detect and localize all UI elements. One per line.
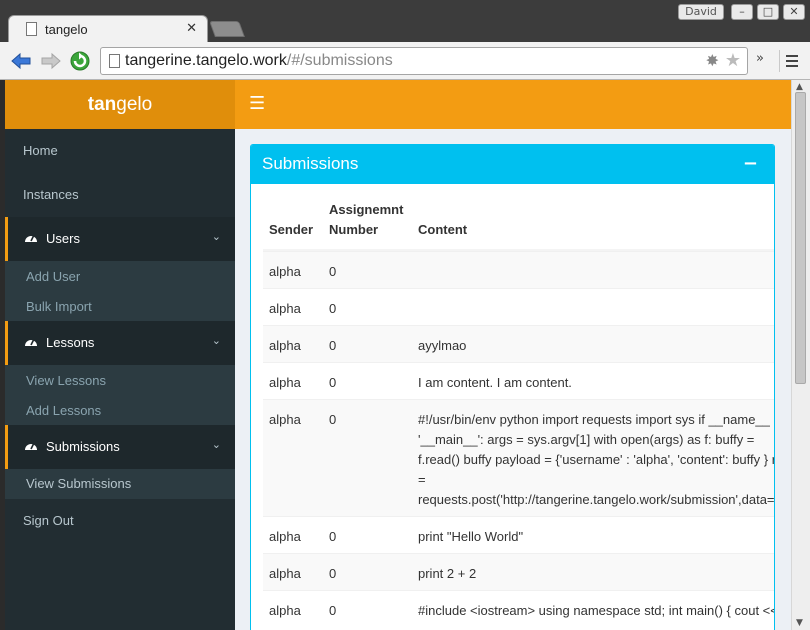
- cell-sender: alpha: [269, 566, 301, 581]
- logo-rest: gelo: [116, 94, 153, 115]
- cell-sender: alpha: [269, 264, 301, 279]
- url-host: tangerine.tangelo.work: [125, 52, 287, 69]
- main-content: Submissions − Sender Assignemnt Number C…: [235, 129, 791, 630]
- cell-number: 0: [329, 566, 337, 581]
- cell-number: 0: [329, 264, 337, 279]
- dashboard-icon: [25, 442, 37, 450]
- submenu-item-view-submissions[interactable]: View Submissions: [26, 476, 131, 491]
- submissions-submenu: View Submissions: [5, 469, 235, 499]
- cell-number: 0: [329, 375, 337, 390]
- top-navbar: ☰: [235, 80, 791, 129]
- page-icon: [26, 22, 37, 36]
- page-scrollbar[interactable]: ▲ ▼: [791, 80, 810, 630]
- cell-content: #include <iostream> using namespace std;…: [418, 603, 774, 618]
- cell-content: print 2 + 2: [418, 566, 477, 581]
- table-header: Sender Assignemnt Number Content: [263, 185, 774, 251]
- sidebar-item-home[interactable]: Home: [5, 129, 235, 173]
- extension-gear-icon[interactable]: ✸: [706, 51, 719, 70]
- browser-tab[interactable]: tangelo ✕: [8, 15, 208, 43]
- dashboard-icon: [25, 338, 37, 346]
- column-header-content: Content: [418, 222, 468, 237]
- scroll-up-arrow-icon[interactable]: ▲: [796, 82, 803, 92]
- reload-icon[interactable]: [69, 50, 91, 72]
- window-close-icon[interactable]: ✕: [783, 4, 805, 20]
- maximize-icon[interactable]: □: [757, 4, 779, 20]
- minimize-icon[interactable]: –: [731, 4, 753, 20]
- app-logo[interactable]: tangelo: [5, 80, 235, 129]
- scroll-thumb[interactable]: [795, 92, 806, 384]
- browser-toolbar: tangerine.tangelo.work/#/submissions ✸ ★…: [0, 42, 810, 80]
- browser-user-button[interactable]: David: [678, 4, 724, 20]
- column-header-assignment-number: Assignemnt Number: [329, 202, 404, 237]
- sidebar-item-label: Sign Out: [23, 513, 74, 528]
- sidebar-item-users[interactable]: Users ⌄: [5, 217, 235, 261]
- address-bar[interactable]: tangerine.tangelo.work/#/submissions ✸ ★: [100, 47, 748, 75]
- dashboard-icon: [25, 234, 37, 242]
- logo-bold: tan: [87, 94, 117, 115]
- tab-close-icon[interactable]: ✕: [186, 21, 197, 36]
- table-row[interactable]: alpha 0 ayylmao: [263, 325, 774, 362]
- tab-title: tangelo: [45, 22, 88, 37]
- sidebar-toggle-icon[interactable]: ☰: [249, 93, 265, 114]
- submenu-item-add-lessons[interactable]: Add Lessons: [26, 403, 101, 418]
- cell-sender: alpha: [269, 529, 301, 544]
- table-row[interactable]: alpha 0: [263, 251, 774, 288]
- chevron-down-icon: ⌄: [211, 335, 221, 347]
- cell-content: print "Hello World": [418, 529, 524, 544]
- users-submenu: Add User Bulk Import: [5, 261, 235, 321]
- cell-sender: alpha: [269, 375, 301, 390]
- submissions-box: Submissions − Sender Assignemnt Number C…: [250, 144, 775, 630]
- cell-content: ayylmao: [418, 338, 467, 353]
- sidebar-item-instances[interactable]: Instances: [5, 173, 235, 217]
- back-arrow-icon[interactable]: [10, 50, 32, 72]
- new-tab-button[interactable]: [209, 21, 245, 37]
- page-icon: [109, 54, 120, 68]
- url-text[interactable]: tangerine.tangelo.work/#/submissions: [125, 52, 393, 70]
- sidebar-item-label: Users: [46, 231, 80, 246]
- table-row[interactable]: alpha 0 #!/usr/bin/env python import req…: [263, 399, 775, 516]
- submenu-item-bulk-import[interactable]: Bulk Import: [26, 299, 92, 314]
- sidebar-item-lessons[interactable]: Lessons ⌄: [5, 321, 235, 365]
- extensions-overflow-button[interactable]: »: [756, 51, 764, 66]
- cell-sender: alpha: [269, 412, 301, 427]
- table-row[interactable]: alpha 0: [263, 288, 774, 325]
- submenu-item-add-user[interactable]: Add User: [26, 269, 80, 284]
- sidebar-item-label: Instances: [23, 187, 79, 202]
- table-row[interactable]: alpha 0 I am content. I am content.: [263, 362, 774, 399]
- box-header: Submissions −: [251, 145, 774, 184]
- browser-menu-icon[interactable]: [779, 50, 801, 72]
- collapse-button[interactable]: −: [743, 153, 758, 174]
- table-row[interactable]: alpha 0 #include <iostream> using namesp…: [263, 590, 774, 630]
- bookmark-star-icon[interactable]: ★: [725, 50, 741, 71]
- cell-number: 0: [329, 603, 337, 618]
- sidebar-item-sign-out[interactable]: Sign Out: [5, 499, 235, 543]
- cell-sender: alpha: [269, 338, 301, 353]
- cell-sender: alpha: [269, 301, 301, 316]
- cell-content: I am content. I am content.: [418, 375, 572, 390]
- sidebar-item-label: Home: [23, 143, 58, 158]
- chevron-down-icon: ⌄: [211, 231, 221, 243]
- table-row[interactable]: alpha 0 print "Hello World": [263, 516, 774, 553]
- sidebar: tangelo Home Instances Users ⌄ Add User …: [5, 80, 235, 630]
- cell-number: 0: [329, 301, 337, 316]
- box-title: Submissions: [262, 154, 359, 173]
- web-page: tangelo Home Instances Users ⌄ Add User …: [5, 80, 791, 630]
- forward-arrow-icon[interactable]: [40, 50, 62, 72]
- cell-number: 0: [329, 338, 337, 353]
- sidebar-item-submissions[interactable]: Submissions ⌄: [5, 425, 235, 469]
- url-path: /#/submissions: [286, 52, 393, 69]
- lessons-submenu: View Lessons Add Lessons: [5, 365, 235, 425]
- browser-titlebar: tangelo ✕ David – □ ✕: [0, 0, 810, 43]
- sidebar-item-label: Submissions: [46, 439, 120, 454]
- cell-number: 0: [329, 412, 337, 427]
- column-header-sender: Sender: [269, 222, 314, 237]
- table-row[interactable]: alpha 0 print 2 + 2: [263, 553, 774, 590]
- cell-content: #!/usr/bin/env python import requests im…: [418, 412, 775, 507]
- sidebar-item-label: Lessons: [46, 335, 95, 350]
- scroll-down-arrow-icon[interactable]: ▼: [796, 618, 803, 628]
- cell-number: 0: [329, 529, 337, 544]
- chevron-down-icon: ⌄: [211, 439, 221, 451]
- submenu-item-view-lessons[interactable]: View Lessons: [26, 373, 106, 388]
- cell-sender: alpha: [269, 603, 301, 618]
